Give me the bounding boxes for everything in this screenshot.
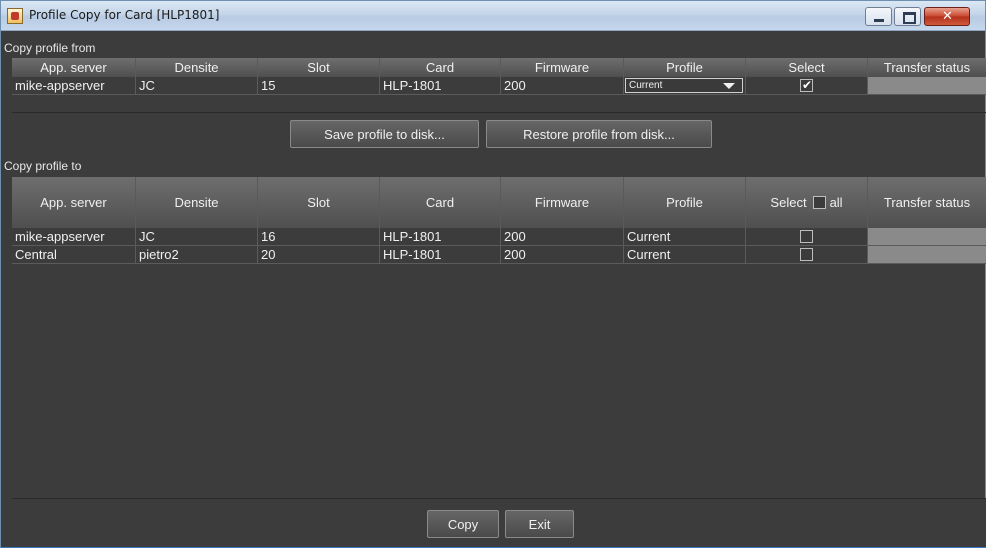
- save-profile-button[interactable]: Save profile to disk...: [290, 120, 479, 148]
- table-row[interactable]: mike-appserver JC 16 HLP-1801 200 Curren…: [12, 228, 986, 246]
- col-profile[interactable]: Profile: [624, 58, 746, 77]
- col-firmware[interactable]: Firmware: [501, 58, 624, 77]
- cell-slot: 16: [258, 228, 380, 245]
- minimize-button[interactable]: [865, 7, 892, 26]
- cell-slot: 15: [258, 77, 380, 94]
- cell-profile: Current: [624, 228, 746, 245]
- copy-button[interactable]: Copy: [427, 510, 499, 538]
- cell-firmware: 200: [501, 77, 624, 94]
- cell-transfer-status: [868, 246, 986, 263]
- select-all-label: all: [829, 195, 843, 210]
- col-densite[interactable]: Densite: [136, 58, 258, 77]
- select-checkbox[interactable]: [800, 77, 813, 94]
- chevron-down-icon[interactable]: [723, 83, 735, 89]
- cell-profile: Current: [624, 77, 746, 94]
- profile-dropdown-value: Current: [629, 80, 663, 91]
- col-transfer-status[interactable]: Transfer status: [868, 177, 986, 228]
- profile-copy-window: Profile Copy for Card [HLP1801] Copy pro…: [0, 0, 986, 548]
- cell-densite: JC: [136, 228, 258, 245]
- col-select-all[interactable]: Select all: [746, 177, 868, 228]
- copy-to-table: App. server Densite Slot Card Firmware P…: [12, 177, 986, 264]
- col-select[interactable]: Select: [746, 58, 868, 77]
- close-button[interactable]: [924, 7, 970, 26]
- maximize-button[interactable]: [894, 7, 921, 26]
- select-checkbox[interactable]: [800, 230, 813, 243]
- select-label: Select: [770, 195, 807, 210]
- col-card[interactable]: Card: [380, 177, 501, 228]
- col-densite[interactable]: Densite: [136, 177, 258, 228]
- copy-from-label: Copy profile from: [4, 41, 96, 55]
- cell-firmware: 200: [501, 246, 624, 263]
- col-profile[interactable]: Profile: [624, 177, 746, 228]
- cell-densite: JC: [136, 77, 258, 94]
- col-app-server[interactable]: App. server: [12, 177, 136, 228]
- table-row[interactable]: Central pietro2 20 HLP-1801 200 Current: [12, 246, 986, 264]
- cell-card: HLP-1801: [380, 228, 501, 245]
- select-checkbox[interactable]: [800, 248, 813, 261]
- col-slot[interactable]: Slot: [258, 177, 380, 228]
- exit-button[interactable]: Exit: [505, 510, 574, 538]
- cell-transfer-status: [868, 77, 986, 94]
- table-row[interactable]: mike-appserver JC 15 HLP-1801 200 Curren…: [12, 77, 986, 95]
- cell-select: [746, 246, 868, 263]
- window-title: Profile Copy for Card [HLP1801]: [29, 8, 220, 22]
- copy-from-table: App. server Densite Slot Card Firmware P…: [12, 58, 986, 95]
- copy-to-label: Copy profile to: [4, 159, 82, 173]
- java-app-icon: [7, 8, 23, 24]
- cell-app-server: mike-appserver: [12, 228, 136, 245]
- cell-card: HLP-1801: [380, 246, 501, 263]
- section-divider: [12, 112, 986, 113]
- title-bar[interactable]: Profile Copy for Card [HLP1801]: [1, 1, 985, 31]
- cell-transfer-status: [868, 228, 986, 245]
- col-transfer-status[interactable]: Transfer status: [868, 58, 986, 77]
- cell-densite: pietro2: [136, 246, 258, 263]
- col-firmware[interactable]: Firmware: [501, 177, 624, 228]
- cell-firmware: 200: [501, 228, 624, 245]
- bottom-button-panel: [12, 498, 986, 547]
- cell-card: HLP-1801: [380, 77, 501, 94]
- cell-select: [746, 228, 868, 245]
- cell-slot: 20: [258, 246, 380, 263]
- profile-dropdown[interactable]: Current: [625, 78, 743, 93]
- cell-select: [746, 77, 868, 94]
- copy-to-header: App. server Densite Slot Card Firmware P…: [12, 177, 986, 228]
- restore-profile-button[interactable]: Restore profile from disk...: [486, 120, 712, 148]
- col-slot[interactable]: Slot: [258, 58, 380, 77]
- col-app-server[interactable]: App. server: [12, 58, 136, 77]
- cell-app-server: mike-appserver: [12, 77, 136, 94]
- col-card[interactable]: Card: [380, 58, 501, 77]
- copy-from-header: App. server Densite Slot Card Firmware P…: [12, 58, 986, 77]
- cell-app-server: Central: [12, 246, 136, 263]
- select-all-checkbox[interactable]: [812, 196, 826, 209]
- cell-profile: Current: [624, 246, 746, 263]
